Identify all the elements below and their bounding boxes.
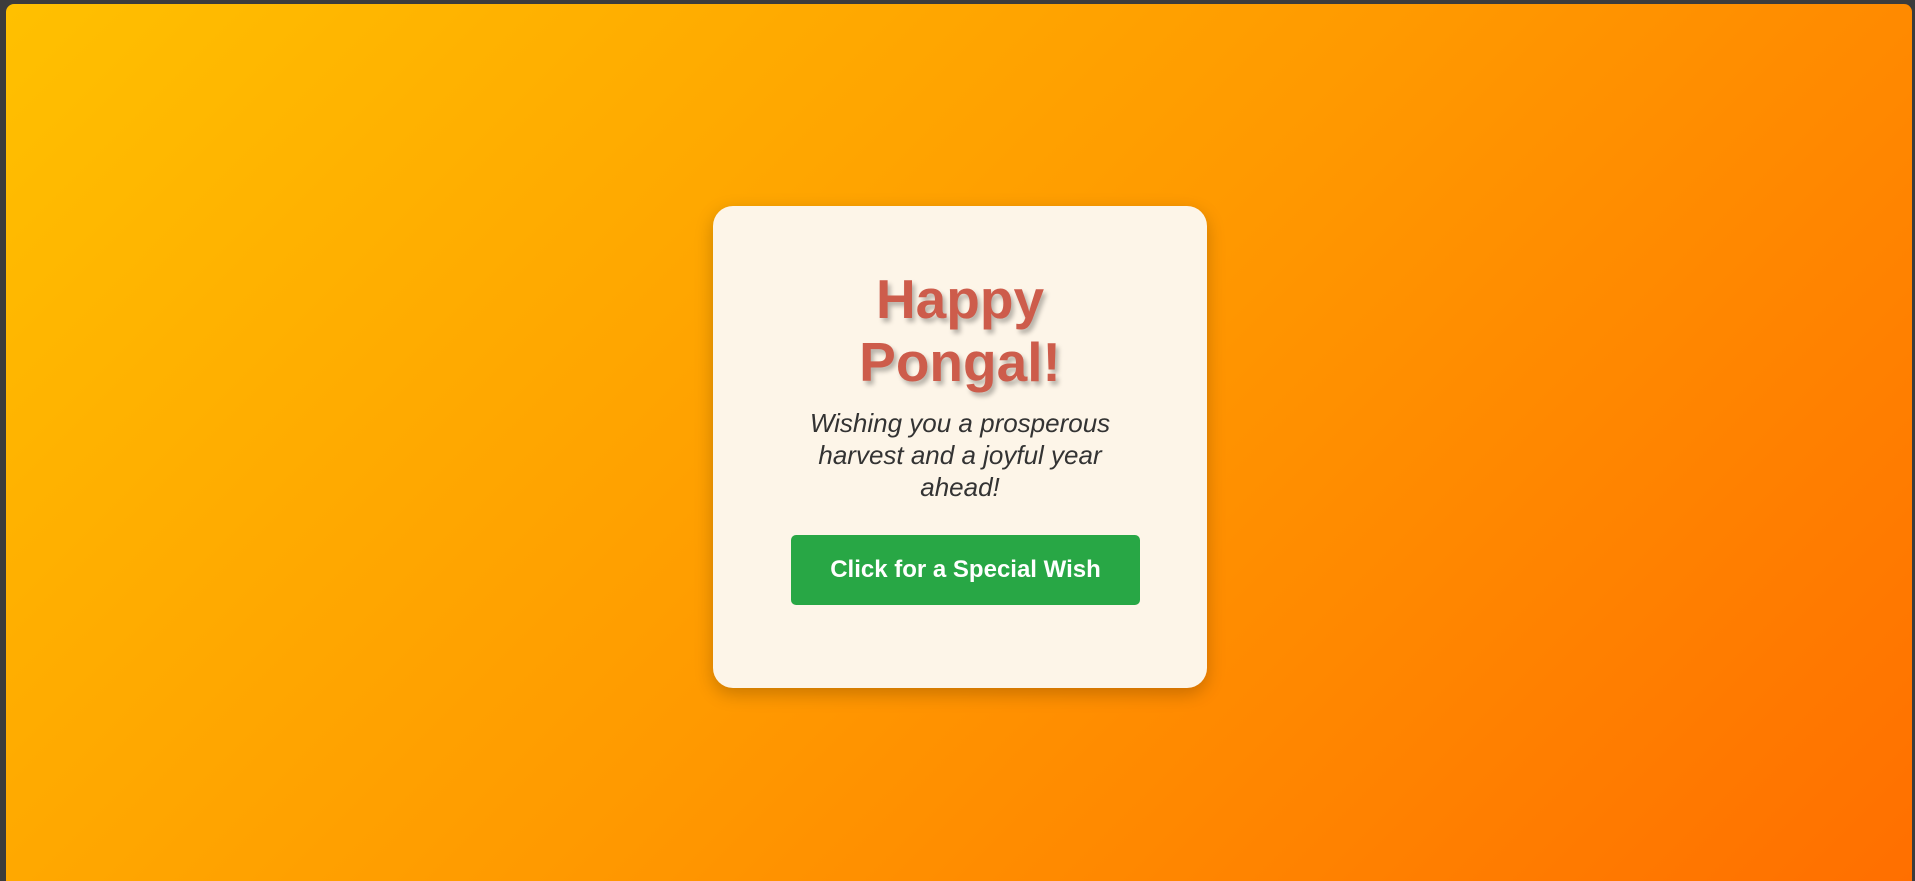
greeting-message: Wishing you a prosperous harvest and a j…	[713, 407, 1207, 503]
page-background: Happy Pongal! Wishing you a prosperous h…	[6, 4, 1912, 881]
greeting-message-line: harvest and a joyful year	[818, 440, 1102, 470]
special-wish-button[interactable]: Click for a Special Wish	[791, 535, 1140, 605]
greeting-title: Happy Pongal!	[713, 268, 1207, 394]
greeting-card: Happy Pongal! Wishing you a prosperous h…	[713, 206, 1207, 688]
greeting-message-line: ahead!	[920, 472, 1000, 502]
greeting-title-line: Pongal!	[859, 331, 1061, 393]
greeting-message-line: Wishing you a prosperous	[809, 408, 1111, 438]
greeting-title-line: Happy	[875, 268, 1045, 330]
